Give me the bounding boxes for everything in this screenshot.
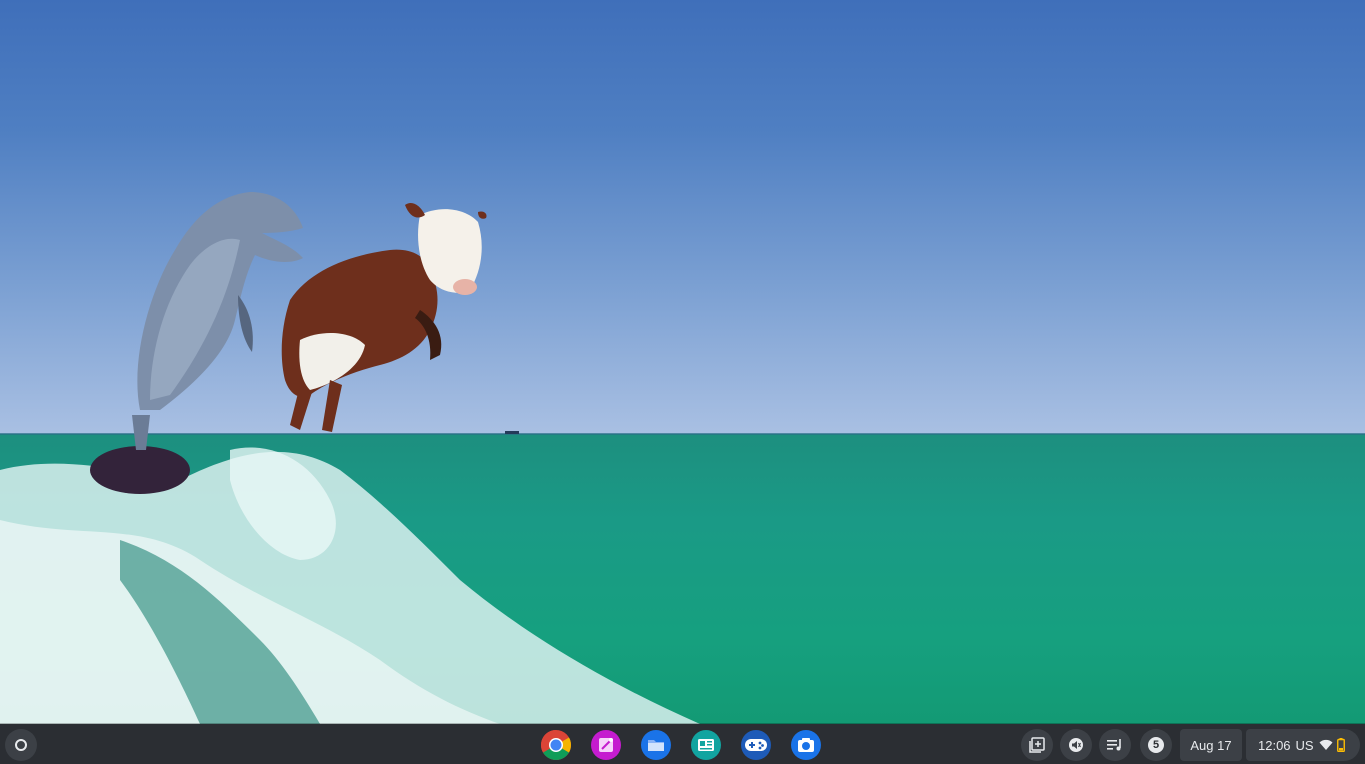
notification-button[interactable]: 5	[1140, 729, 1172, 761]
screen-capture-icon	[1029, 737, 1045, 753]
desktop	[0, 0, 1365, 764]
pinned-apps	[540, 729, 822, 761]
chrome-icon[interactable]	[540, 729, 572, 761]
date-tray[interactable]: Aug 17	[1180, 729, 1242, 761]
shelf: 5 Aug 17 12:06 US	[0, 724, 1365, 764]
notification-count: 5	[1148, 737, 1164, 753]
canvas-icon[interactable]	[590, 729, 622, 761]
media-queue-icon	[1107, 739, 1121, 751]
launcher-circle-icon	[15, 739, 27, 751]
game-controller-icon[interactable]	[740, 729, 772, 761]
wallpaper-illustration	[0, 192, 700, 724]
media-queue-button[interactable]	[1099, 729, 1131, 761]
date-label: Aug 17	[1190, 737, 1232, 753]
news-icon[interactable]	[690, 729, 722, 761]
cow-figure	[281, 203, 487, 432]
ime-label: US	[1295, 737, 1314, 753]
audio-button[interactable]	[1060, 729, 1092, 761]
volume-muted-icon	[1069, 738, 1083, 752]
launcher-button[interactable]	[5, 729, 37, 761]
status-area[interactable]: 12:06 US	[1246, 729, 1360, 761]
dolphin-figure	[90, 192, 303, 494]
wifi-icon	[1319, 739, 1333, 750]
camera-icon[interactable]	[790, 729, 822, 761]
battery-icon	[1336, 738, 1345, 752]
files-icon[interactable]	[640, 729, 672, 761]
screen-capture-button[interactable]	[1021, 729, 1053, 761]
time-label: 12:06	[1258, 737, 1291, 753]
